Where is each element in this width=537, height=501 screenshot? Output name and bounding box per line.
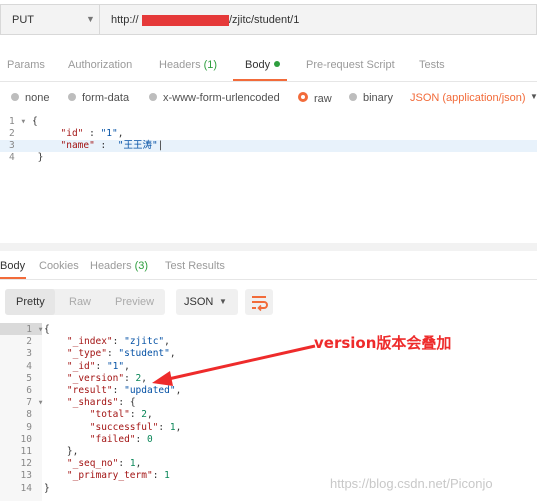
tab-params[interactable]: Params — [7, 59, 45, 71]
fold-icon: ▾ — [20, 116, 27, 127]
line-number: 14 — [20, 482, 32, 494]
line-number: 6 — [26, 385, 32, 396]
content-type-select[interactable]: JSON (application/json) — [410, 92, 526, 104]
line-number: 10 — [20, 433, 32, 445]
response-line: 13 "_primary_term": 1 — [0, 470, 170, 482]
tab-tests[interactable]: Tests — [419, 59, 445, 71]
view-mode-segmented: Pretty Raw Preview — [5, 289, 165, 315]
tab-authorization[interactable]: Authorization — [68, 59, 132, 71]
tab-prerequest-script[interactable]: Pre-request Script — [306, 59, 395, 71]
line-text: "total": 2, — [89, 409, 153, 421]
url-prefix: http:// — [111, 14, 139, 26]
response-line: 10 "failed": 0 — [0, 434, 153, 446]
method-select[interactable]: PUT ▼ — [0, 4, 100, 35]
line-number: 9 — [26, 421, 32, 433]
tab-body-label: Body — [245, 59, 271, 71]
response-tab-cookies[interactable]: Cookies — [39, 260, 79, 272]
preview-button[interactable]: Preview — [115, 296, 154, 308]
line-text: }, — [44, 446, 79, 457]
chevron-down-icon: ▼ — [530, 92, 537, 101]
fold-icon: ▾ — [32, 324, 44, 335]
annotation-text: version版本会叠加 — [314, 334, 452, 352]
url-redaction — [142, 15, 229, 26]
line-text: "_shards": { — [66, 397, 136, 409]
line-number: 3 — [26, 348, 32, 360]
watermark: https://blog.csdn.net/Piconjo — [330, 476, 493, 491]
line-number: 11 — [20, 446, 32, 457]
tab-body[interactable]: Body — [245, 59, 281, 71]
line-number: 1 — [26, 324, 32, 335]
line-text: "failed": 0 — [89, 433, 153, 445]
radio-circle-icon — [349, 93, 357, 101]
line-number: 4 — [26, 360, 32, 372]
line-number: 2 — [26, 336, 32, 348]
radio-urlencoded[interactable]: x-www-form-urlencoded — [149, 92, 280, 104]
line-number: 5 — [26, 372, 32, 384]
tabs-divider — [0, 81, 537, 82]
response-line: 9 "successful": 1, — [0, 422, 181, 434]
radio-circle-icon — [68, 93, 76, 101]
format-select[interactable]: JSON ▼ — [176, 289, 238, 315]
line-text: "_seq_no": 1, — [66, 458, 142, 470]
response-line: 8 "total": 2, — [0, 409, 153, 421]
line-text: { — [44, 324, 50, 335]
raw-button[interactable]: Raw — [69, 296, 91, 308]
line-text: "_version": 2, — [66, 372, 148, 384]
response-line: 7 ▾ "_shards": { — [0, 397, 136, 409]
url-suffix: /zjitc/student/1 — [229, 14, 300, 26]
response-tab-headers[interactable]: Headers (3) — [90, 260, 148, 272]
response-tabs-divider — [0, 279, 537, 280]
response-tab-body[interactable]: Body — [0, 260, 25, 272]
line-number: 8 — [26, 409, 32, 421]
radio-circle-icon — [149, 93, 157, 101]
radio-none[interactable]: none — [11, 92, 49, 104]
pretty-button[interactable]: Pretty — [16, 296, 45, 308]
tab-headers[interactable]: Headers (1) — [159, 59, 217, 71]
radio-circle-icon — [11, 93, 19, 101]
radio-form-data[interactable]: form-data — [68, 92, 129, 104]
response-line: 4 "_id": "1", — [0, 361, 130, 373]
line-text: } — [44, 482, 50, 494]
response-line: 11 }, — [0, 446, 79, 458]
response-line: 5 "_version": 2, — [0, 373, 147, 385]
wrap-lines-button[interactable] — [245, 289, 273, 315]
response-line: 12 "_seq_no": 1, — [0, 458, 142, 470]
wrap-lines-icon — [252, 296, 268, 312]
radio-selected-icon — [298, 92, 308, 102]
body-modified-dot — [274, 61, 281, 67]
response-line: 2 "_index": "zjitc", — [0, 336, 170, 348]
radio-binary[interactable]: binary — [349, 92, 393, 104]
line-number: 7 — [26, 397, 32, 409]
line-text: "successful": 1, — [89, 421, 182, 433]
chevron-down-icon: ▼ — [86, 14, 95, 24]
line-text: "_id": "1", — [66, 360, 130, 372]
tab-headers-count: (1) — [203, 59, 218, 71]
response-line: 1 ▾{ — [0, 324, 50, 336]
pane-splitter[interactable] — [0, 243, 537, 251]
method-label: PUT — [12, 14, 34, 26]
response-tab-test-results[interactable]: Test Results — [165, 260, 225, 272]
fold-icon: ▾ — [32, 397, 44, 409]
tab-headers-label: Headers — [159, 59, 201, 71]
response-line: 14} — [0, 483, 50, 495]
chevron-down-icon: ▼ — [219, 297, 227, 306]
radio-raw[interactable]: raw — [298, 92, 332, 105]
url-input[interactable]: http:// /zjitc/student/1 — [100, 4, 537, 35]
line-number: 12 — [20, 458, 32, 470]
line-number: 13 — [20, 470, 32, 482]
line-text: "_primary_term": 1 — [66, 470, 170, 482]
annotation-arrow-icon — [152, 344, 316, 386]
